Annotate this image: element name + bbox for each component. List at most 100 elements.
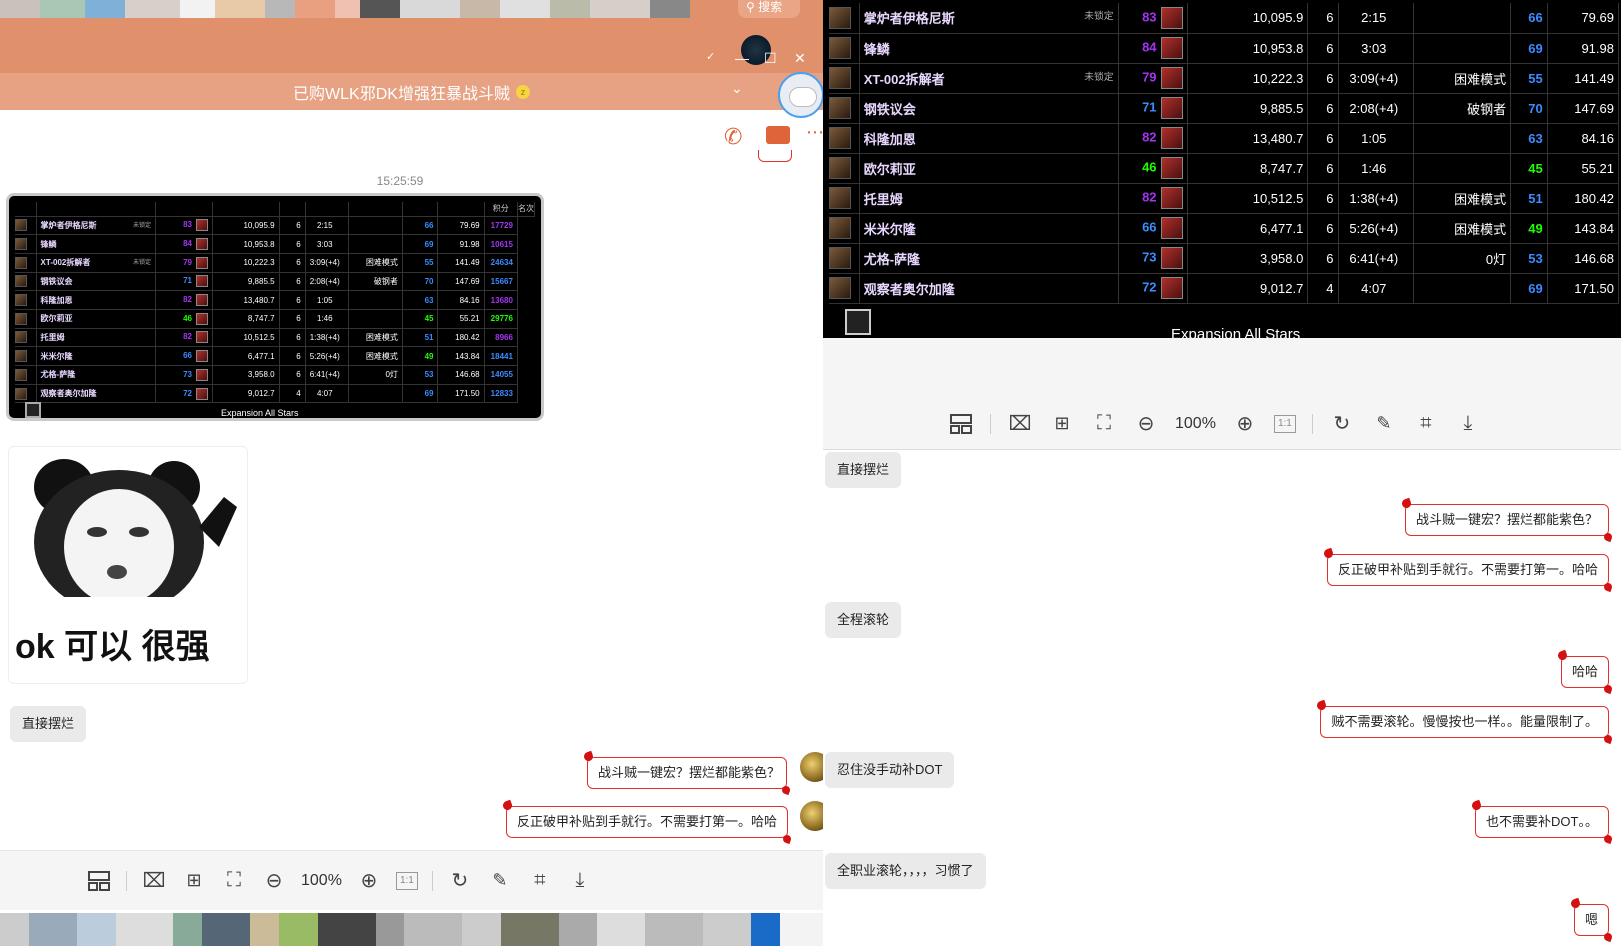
- cell-value: 6: [1326, 130, 1334, 146]
- message-bubble-left[interactable]: 全职业滚轮，，，，习惯了: [825, 853, 986, 889]
- message-bubble-right[interactable]: 哈哈: [1560, 656, 1609, 688]
- download-icon[interactable]: ⤓: [1455, 411, 1481, 437]
- video-call-icon[interactable]: [766, 126, 790, 144]
- actual-size-button[interactable]: 1:1: [1273, 414, 1296, 433]
- qr-code-icon[interactable]: [845, 309, 871, 335]
- ocr-icon[interactable]: ⌧: [141, 868, 167, 894]
- my-avatar[interactable]: [800, 752, 823, 782]
- scoreboard-large-view[interactable]: 掌炉者伊格尼斯 未锁定 83 10,095.9 6 2:15 66 79.69 锋鳞 84 10,9…: [823, 0, 1621, 338]
- table-row[interactable]: 尤格-萨隆 73 3,958.0 6 6:41(+4) 0灯 53 146.68: [829, 243, 1620, 274]
- table-cell: 6: [279, 216, 306, 236]
- actual-size-button[interactable]: 1:1: [395, 871, 418, 890]
- thumbnail-grid-icon[interactable]: [86, 868, 112, 894]
- crop-icon[interactable]: ⌗: [1413, 411, 1439, 437]
- fit-screen-icon[interactable]: ⛶: [221, 868, 247, 894]
- message-bubble-left[interactable]: 直接摆烂: [825, 452, 902, 488]
- table-cell: 科隆加恩: [36, 290, 157, 310]
- table-cell: [829, 153, 860, 184]
- table-row[interactable]: 科隆加恩 82 13,480.7 6 1:05 63 84.16 13680: [15, 290, 535, 310]
- zoom-in-icon[interactable]: ⊕: [356, 868, 382, 894]
- translate-icon[interactable]: ⊞: [181, 868, 207, 894]
- search-box[interactable]: ⚲ 搜索: [738, 0, 800, 18]
- cell-value: 4: [1326, 280, 1334, 296]
- table-row[interactable]: XT-002拆解者 未锁定 79 10,222.3 6 3:09(+4) 困难模式 55 141…: [829, 63, 1620, 94]
- table-cell: 51: [402, 328, 439, 348]
- table-cell: 锋鳞: [859, 33, 1119, 64]
- scoreboard-table: 积分 名次 掌炉者伊格尼斯 未锁定 83 10,095.9 6 2:15 66 79.69 1772…: [15, 202, 536, 404]
- table-cell: 66: [1510, 3, 1548, 34]
- table-cell: 3,958.0: [1187, 243, 1309, 274]
- table-cell: 91.98: [1547, 33, 1620, 64]
- message-bubble-right[interactable]: 反正破甲补贴到手就行。不需要打第一。哈哈: [1326, 554, 1609, 586]
- pin-icon[interactable]: ✓: [706, 50, 715, 63]
- cell-value: 55.21: [1581, 160, 1614, 176]
- cell-value: 180.42: [1574, 190, 1614, 206]
- my-avatar[interactable]: [800, 801, 823, 831]
- table-row[interactable]: 科隆加恩 82 13,480.7 6 1:05 63 84.16: [829, 123, 1620, 154]
- message-bubble-right[interactable]: 战斗贼一键宏？摆烂都能紫色？: [587, 757, 787, 789]
- download-icon[interactable]: ⤓: [567, 868, 593, 894]
- table-cell: 13,480.7: [212, 290, 280, 310]
- panda-sticker[interactable]: ok 可以 很强: [8, 446, 248, 684]
- table-row[interactable]: 米米尔隆 66 6,477.1 6 5:26(+4) 困难模式 49 143.84 18441: [15, 346, 535, 366]
- crop-icon[interactable]: ⌗: [527, 868, 553, 894]
- more-icon[interactable]: ⋯: [806, 122, 823, 143]
- message-bubble-right[interactable]: 嗯: [1573, 904, 1609, 936]
- qr-code-icon[interactable]: [25, 402, 41, 418]
- cell-value: 171.50: [1574, 280, 1614, 296]
- edit-icon[interactable]: ✎: [487, 868, 513, 894]
- bot-avatar[interactable]: [778, 72, 823, 118]
- message-bubble-left[interactable]: 直接摆烂: [10, 706, 87, 742]
- zoom-in-icon[interactable]: ⊕: [1232, 411, 1258, 437]
- table-row[interactable]: 尤格-萨隆 73 3,958.0 6 6:41(+4) 0灯 53 146.68 14055: [15, 365, 535, 385]
- translate-icon[interactable]: ⊞: [1049, 411, 1075, 437]
- message-bubble-right[interactable]: 反正破甲补贴到手就行。不需要打第一。哈哈: [506, 806, 788, 838]
- maximize-button[interactable]: ☐: [764, 50, 777, 67]
- boss-icon: [15, 256, 27, 269]
- minimize-button[interactable]: —: [735, 50, 749, 66]
- table-row[interactable]: XT-002拆解者 未锁定 79 10,222.3 6 3:09(+4) 困难模式 55 141…: [15, 253, 535, 273]
- table-row[interactable]: 观察者奥尔加隆 72 9,012.7 4 4:07 69 171.50: [829, 273, 1620, 304]
- table-row[interactable]: 锋鳞 84 10,953.8 6 3:03 69 91.98 10615: [15, 234, 535, 254]
- cell-value: 10,095.9: [243, 220, 275, 230]
- table-row[interactable]: 欧尔莉亚 46 8,747.7 6 1:46 45 55.21: [829, 153, 1620, 184]
- cell-value: 91.98: [1581, 40, 1614, 56]
- rotate-icon[interactable]: ↻: [1329, 411, 1355, 437]
- table-row[interactable]: 欧尔莉亚 46 8,747.7 6 1:46 45 55.21 29776: [15, 309, 535, 329]
- scoreboard-image-thumb[interactable]: 积分 名次 掌炉者伊格尼斯 未锁定 83 10,095.9 6 2:15 66 79.69 1772…: [6, 193, 544, 421]
- message-bubble-right[interactable]: 贼不需要滚轮。慢慢按也一样。。能量限制了。: [1320, 706, 1609, 738]
- zoom-out-icon[interactable]: ⊖: [1133, 411, 1159, 437]
- table-row[interactable]: 掌炉者伊格尼斯 未锁定 83 10,095.9 6 2:15 66 79.69 17729: [15, 216, 535, 236]
- phone-icon[interactable]: ✆: [724, 124, 742, 150]
- chevron-down-icon[interactable]: ⌄: [731, 80, 743, 97]
- table-row[interactable]: 掌炉者伊格尼斯 未锁定 83 10,095.9 6 2:15 66 79.69: [829, 3, 1620, 34]
- boss-icon: [829, 6, 851, 29]
- thumbnail-grid-icon[interactable]: [948, 411, 974, 437]
- message-bubble-right[interactable]: 也不需要补DOT。。: [1475, 806, 1609, 838]
- table-row[interactable]: 托里姆 82 10,512.5 6 1:38(+4) 困难模式 51 180.42 8966: [15, 328, 535, 348]
- message-bubble-left[interactable]: 全程滚轮: [825, 602, 902, 638]
- message-bubble-right[interactable]: 战斗贼一键宏？摆烂都能紫色？: [1404, 504, 1609, 536]
- close-button[interactable]: ✕: [794, 50, 806, 67]
- table-row[interactable]: 观察者奥尔加隆 72 9,012.7 4 4:07 69 171.50 12833: [15, 384, 535, 404]
- ocr-icon[interactable]: ⌧: [1007, 411, 1033, 437]
- rotate-icon[interactable]: ↻: [447, 868, 473, 894]
- table-row[interactable]: 锋鳞 84 10,953.8 6 3:03 69 91.98: [829, 33, 1620, 64]
- zoom-out-icon[interactable]: ⊖: [261, 868, 287, 894]
- table-row[interactable]: 米米尔隆 66 6,477.1 6 5:26(+4) 困难模式 49 143.84: [829, 213, 1620, 244]
- table-cell: XT-002拆解者 未锁定: [36, 253, 157, 273]
- table-cell: 1:38(+4): [1338, 183, 1415, 214]
- cell-value: 8966: [495, 332, 513, 342]
- fit-screen-icon[interactable]: ⛶: [1091, 411, 1117, 437]
- edit-icon[interactable]: ✎: [1371, 411, 1397, 437]
- cell-value: 2:08(+4): [1349, 100, 1399, 116]
- table-cell: 46: [155, 309, 213, 329]
- table-cell: 0灯: [348, 365, 403, 385]
- table-cell: 55.21: [437, 309, 485, 329]
- table-row[interactable]: 钢铁议会 71 9,885.5 6 2:08(+4) 破钢者 70 147.69 15667: [15, 272, 535, 292]
- table-cell: 171.50: [437, 384, 485, 404]
- table-row[interactable]: 托里姆 82 10,512.5 6 1:38(+4) 困难模式 51 180.42: [829, 183, 1620, 214]
- table-row[interactable]: 钢铁议会 71 9,885.5 6 2:08(+4) 破钢者 70 147.69: [829, 93, 1620, 124]
- table-cell: 10,222.3: [1187, 63, 1309, 94]
- message-bubble-left[interactable]: 忍住没手动补DOT: [825, 752, 955, 788]
